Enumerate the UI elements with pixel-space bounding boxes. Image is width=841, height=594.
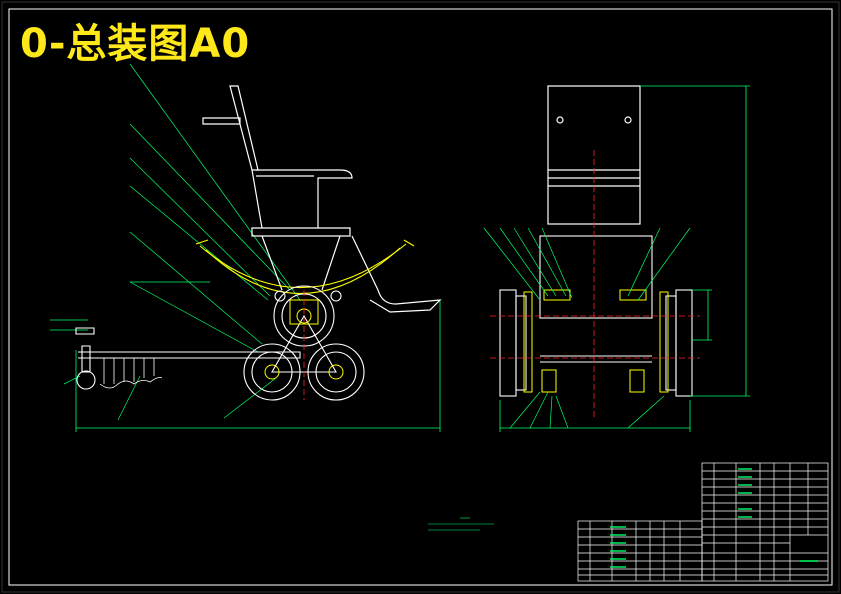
cad-drawing <box>1 1 840 593</box>
seat-frame <box>202 85 442 313</box>
title-block <box>701 462 829 582</box>
technical-notes <box>428 517 494 531</box>
lower-arm <box>75 327 301 390</box>
parts-list-left <box>577 520 703 582</box>
front-view <box>483 85 750 432</box>
drawing-frame <box>1 1 840 593</box>
front-leader-lines <box>483 227 691 429</box>
front-dimension-lines <box>499 85 750 432</box>
side-view <box>50 63 442 432</box>
front-hardware <box>523 289 669 393</box>
spring-rack <box>99 358 163 389</box>
